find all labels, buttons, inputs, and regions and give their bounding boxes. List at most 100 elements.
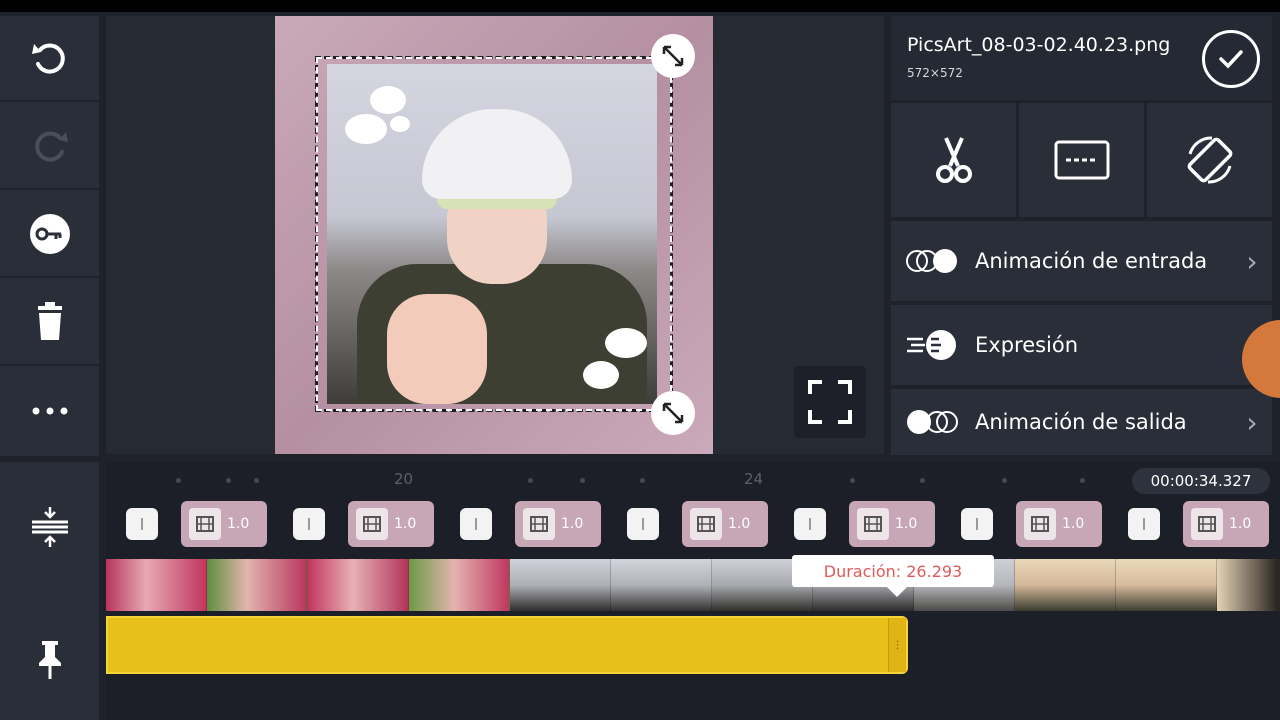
ruler-tick [226, 478, 231, 483]
split-button[interactable] [891, 103, 1016, 217]
crop-button[interactable] [1019, 103, 1144, 217]
chevron-right-icon: › [1246, 244, 1258, 278]
film-icon [690, 508, 722, 540]
video-thumbnail [510, 559, 611, 611]
file-dimensions: 572×572 [907, 66, 963, 80]
ruler-tick [528, 478, 533, 483]
delete-button[interactable] [0, 280, 99, 366]
video-thumbnail [1217, 559, 1280, 611]
app-root: PicsArt_08-03-02.40.23.png 572×572 Anima… [0, 0, 1280, 720]
clip-marker[interactable] [627, 508, 659, 540]
layer-clip[interactable]: 1.0 [1183, 501, 1269, 547]
selection-box[interactable] [315, 56, 673, 412]
audio-clip[interactable]: ⋮ [106, 616, 908, 674]
ruler-tick [1002, 478, 1007, 483]
film-icon [523, 508, 555, 540]
undo-button[interactable] [0, 16, 99, 102]
fullscreen-button[interactable] [794, 366, 866, 438]
pin-icon [38, 641, 61, 679]
layer-clip[interactable]: 1.0 [1016, 501, 1102, 547]
film-icon [356, 508, 388, 540]
more-button[interactable] [0, 368, 99, 454]
video-thumbnail [207, 559, 308, 611]
timeline-toolbar [0, 462, 99, 720]
key-icon [29, 214, 70, 254]
tool-row [891, 103, 1272, 217]
video-thumbnail [308, 559, 409, 611]
video-thumbnail [611, 559, 712, 611]
left-toolbar [0, 16, 99, 456]
undo-icon [31, 43, 65, 74]
align-button[interactable] [0, 462, 99, 592]
menu-label: Animación de salida [975, 410, 1187, 434]
clip-marker[interactable] [1128, 508, 1160, 540]
exit-animation-icon [891, 408, 975, 436]
layer-clip[interactable]: 1.0 [849, 501, 935, 547]
menu-expression[interactable]: Expresión › [891, 305, 1272, 385]
menu-label: Animación de entrada [975, 249, 1208, 273]
expression-icon [891, 327, 975, 363]
redo-icon [34, 131, 68, 162]
check-icon [1219, 50, 1243, 69]
ruler-tick [1080, 478, 1085, 483]
rotate-button[interactable] [1147, 103, 1272, 217]
clip-speed: 1.0 [895, 516, 918, 532]
layer-clip[interactable]: 1.0 [682, 501, 768, 547]
more-icon [32, 407, 67, 415]
ruler-tick [640, 478, 645, 483]
clip-speed: 1.0 [394, 516, 417, 532]
ruler-tick [254, 478, 259, 483]
trim-handle[interactable]: ⋮ [888, 618, 906, 672]
crop-icon [1054, 140, 1109, 180]
layer-header: PicsArt_08-03-02.40.23.png 572×572 [891, 16, 1272, 100]
clip-marker[interactable] [460, 508, 492, 540]
resize-icon [662, 45, 684, 67]
film-icon [1191, 508, 1223, 540]
video-thumbnail [106, 559, 207, 611]
ruler-tick [920, 478, 925, 483]
film-icon [857, 508, 889, 540]
clip-marker[interactable] [961, 508, 993, 540]
menu-exit-animation[interactable]: Animación de salida › [891, 389, 1272, 455]
clip-speed: 1.0 [1229, 516, 1252, 532]
status-bar [0, 0, 1280, 12]
confirm-button[interactable] [1202, 30, 1260, 88]
timecode: 00:00:34.327 [1132, 468, 1270, 494]
rotate-icon [1187, 136, 1232, 184]
clip-speed: 1.0 [561, 516, 584, 532]
video-thumbnail [409, 559, 510, 611]
chevron-right-icon: › [1246, 405, 1258, 439]
clip-marker[interactable] [293, 508, 325, 540]
layer-clip[interactable]: 1.0 [515, 501, 601, 547]
video-thumbnail [1116, 559, 1217, 611]
redo-button[interactable] [0, 104, 99, 190]
film-icon [1024, 508, 1056, 540]
video-track[interactable] [106, 559, 1280, 611]
ruler-tick [850, 478, 855, 483]
ruler-number: 24 [744, 470, 764, 488]
clip-speed: 1.0 [728, 516, 751, 532]
duration-tooltip: Duración: 26.293 [792, 555, 994, 597]
keyframe-button[interactable] [0, 192, 99, 278]
pin-button[interactable] [0, 594, 99, 720]
ruler-number: 20 [394, 470, 414, 488]
clip-speed: 1.0 [227, 516, 250, 532]
menu-entrance-animation[interactable]: Animación de entrada › [891, 221, 1272, 301]
ruler-tick [580, 478, 585, 483]
film-icon [189, 508, 221, 540]
clip-marker[interactable] [126, 508, 158, 540]
file-name: PicsArt_08-03-02.40.23.png [907, 34, 1171, 56]
scissors-icon [935, 137, 972, 183]
video-thumbnail [1015, 559, 1116, 611]
trash-icon [37, 302, 62, 340]
layer-clip[interactable]: 1.0 [348, 501, 434, 547]
resize-handle-bottom[interactable] [651, 391, 695, 435]
entrance-animation-icon [891, 247, 975, 275]
clip-marker[interactable] [794, 508, 826, 540]
align-vertical-icon [31, 507, 68, 547]
resize-handle-top[interactable] [651, 34, 695, 78]
layer-clip[interactable]: 1.0 [181, 501, 267, 547]
ruler-tick [176, 478, 181, 483]
resize-icon [662, 402, 684, 424]
fullscreen-icon [808, 380, 852, 424]
